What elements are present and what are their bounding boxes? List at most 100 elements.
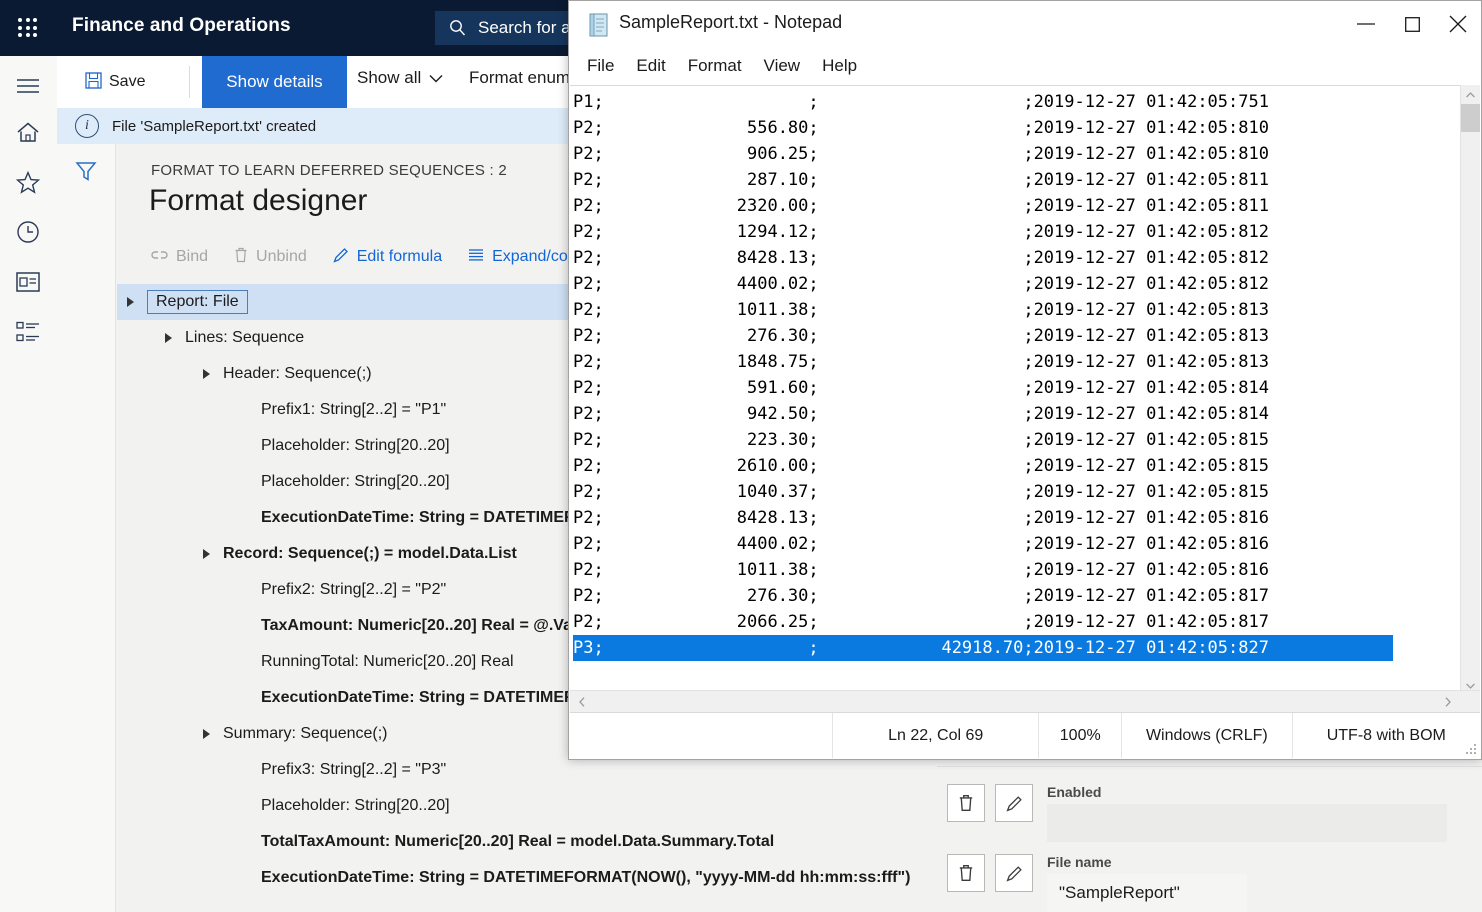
workspace-icon[interactable]	[14, 268, 42, 296]
chevron-down-icon	[429, 68, 443, 88]
text-line: P2; 2610.00; ;2019-12-27 01:42:05:815	[573, 453, 1480, 479]
notepad-menu-bar: File Edit Format View Help	[569, 47, 1481, 85]
clock-icon[interactable]	[14, 218, 42, 246]
hamburger-menu-icon[interactable]	[14, 72, 42, 100]
property-delete-button[interactable]	[947, 854, 985, 892]
tree-row-label: Record: Sequence(;) = model.Data.List	[223, 545, 517, 563]
info-icon: i	[75, 114, 99, 138]
tree-row-label: Summary: Sequence(;)	[223, 725, 388, 743]
filter-icon[interactable]	[73, 158, 99, 184]
tree-row-label: Header: Sequence(;)	[223, 365, 372, 383]
menu-item-file[interactable]: File	[587, 56, 614, 76]
text-line: P2; 4400.02; ;2019-12-27 01:42:05:816	[573, 531, 1480, 557]
menu-item-edit[interactable]: Edit	[636, 56, 665, 76]
bind-label: Bind	[176, 248, 208, 266]
chevron-right-icon[interactable]	[1438, 691, 1458, 713]
toolbar-divider-1	[189, 66, 190, 98]
window-controls	[1343, 1, 1481, 47]
text-line: P2; 1040.37; ;2019-12-27 01:42:05:815	[573, 479, 1480, 505]
text-line-selected: P3; ; 42918.70;2019-12-27 01:42:05:827	[573, 635, 1393, 661]
text-line: P1; ; ;2019-12-27 01:42:05:751	[573, 89, 1480, 115]
expand-arrow-icon[interactable]	[203, 729, 210, 739]
status-zoom-level: 100%	[1038, 713, 1121, 758]
tree-row-label: Lines: Sequence	[185, 329, 304, 347]
property-value-input[interactable]: "SampleReport"	[1047, 874, 1247, 912]
tree-row-label: Placeholder: String[20..20]	[261, 797, 450, 815]
text-line: P2; 2066.25; ;2019-12-27 01:42:05:817	[573, 609, 1480, 635]
maximize-icon[interactable]	[1389, 1, 1435, 47]
home-icon[interactable]	[14, 118, 42, 146]
trash-icon	[234, 247, 248, 266]
notepad-window: SampleReport.txt - Notepad File Edit Forma…	[568, 0, 1482, 760]
tree-row-label: Prefix1: String[2..2] = "P1"	[261, 401, 446, 419]
property-row: Enabled	[947, 784, 1447, 842]
tree-row-label: ExecutionDateTime: String = DATETIMEFORM…	[261, 869, 910, 887]
expand-arrow-icon[interactable]	[165, 333, 172, 343]
status-line-ending: Windows (CRLF)	[1121, 713, 1291, 758]
property-value-input[interactable]	[1047, 804, 1447, 842]
app-launcher-icon[interactable]	[16, 16, 40, 40]
text-line: P2; 8428.13; ;2019-12-27 01:42:05:816	[573, 505, 1480, 531]
text-line: P2; 287.10; ;2019-12-27 01:42:05:811	[573, 167, 1480, 193]
link-icon	[151, 248, 168, 265]
edit-formula-button[interactable]: Edit formula	[333, 247, 442, 266]
horizontal-scrollbar[interactable]	[570, 690, 1480, 713]
tab-show-details[interactable]: Show details	[202, 56, 347, 108]
unbind-label: Unbind	[256, 248, 307, 266]
edit-formula-label: Edit formula	[357, 248, 442, 266]
expand-arrow-icon[interactable]	[127, 297, 134, 307]
tree-row-label: TaxAmount: Numeric[20..20] Real = @.Valu…	[261, 617, 595, 635]
star-icon[interactable]	[14, 168, 42, 196]
save-button[interactable]: Save	[77, 67, 153, 97]
text-line: P2; 556.80; ;2019-12-27 01:42:05:810	[573, 115, 1480, 141]
tree-row-label: Report: File	[147, 290, 248, 314]
property-edit-button[interactable]	[995, 854, 1033, 892]
notepad-title-bar[interactable]: SampleReport.txt - Notepad	[569, 1, 1481, 47]
bind-button[interactable]: Bind	[151, 248, 208, 266]
vertical-scrollbar[interactable]	[1460, 85, 1480, 695]
tree-row[interactable]: ExecutionDateTime: String = DATETIMEFORM…	[117, 860, 1482, 896]
page-title: Format designer	[149, 184, 367, 218]
tree-row-label: TotalTaxAmount: Numeric[20..20] Real = m…	[261, 833, 774, 851]
status-spacer	[570, 713, 832, 758]
text-line: P2; 1294.12; ;2019-12-27 01:42:05:812	[573, 219, 1480, 245]
show-all-button[interactable]: Show all	[357, 68, 443, 88]
property-label: File name	[1047, 854, 1247, 870]
expand-collapse-button[interactable]: Expand/col	[468, 248, 571, 266]
chevron-left-icon[interactable]	[572, 691, 592, 713]
property-edit-button[interactable]	[995, 784, 1033, 822]
expand-arrow-icon[interactable]	[203, 549, 210, 559]
notepad-text-area[interactable]: P1; ; ;2019-12-27 01:42:05:751P2; 556.80…	[570, 85, 1480, 695]
filter-column	[57, 144, 116, 912]
property-delete-button[interactable]	[947, 784, 985, 822]
resize-grip-icon[interactable]	[1466, 744, 1476, 754]
text-line: P2; 942.50; ;2019-12-27 01:42:05:814	[573, 401, 1480, 427]
message-text: File 'SampleReport.txt' created	[112, 118, 316, 135]
show-details-label: Show details	[226, 72, 322, 92]
list-icon[interactable]	[14, 318, 42, 346]
text-line: P2; 1848.75; ;2019-12-27 01:42:05:813	[573, 349, 1480, 375]
menu-item-help[interactable]: Help	[822, 56, 857, 76]
menu-item-format[interactable]: Format	[688, 56, 742, 76]
property-divider	[937, 766, 1482, 767]
property-label: Enabled	[1047, 784, 1447, 800]
text-line: P2; 8428.13; ;2019-12-27 01:42:05:812	[573, 245, 1480, 271]
scrollbar-thumb[interactable]	[1461, 104, 1480, 132]
save-label: Save	[109, 73, 145, 91]
pencil-icon	[333, 247, 349, 266]
text-line: P2; 591.60; ;2019-12-27 01:42:05:814	[573, 375, 1480, 401]
notepad-content: P1; ; ;2019-12-27 01:42:05:751P2; 556.80…	[573, 89, 1480, 661]
close-icon[interactable]	[1435, 1, 1481, 47]
tree-row-label: RunningTotal: Numeric[20..20] Real	[261, 653, 514, 671]
text-line: P2; 1011.38; ;2019-12-27 01:42:05:816	[573, 557, 1480, 583]
tree-row-label: Prefix2: String[2..2] = "P2"	[261, 581, 446, 599]
chevron-up-icon[interactable]	[1461, 85, 1480, 104]
menu-item-view[interactable]: View	[764, 56, 801, 76]
tree-row-label: Placeholder: String[20..20]	[261, 437, 450, 455]
expand-arrow-icon[interactable]	[203, 369, 210, 379]
minimize-icon[interactable]	[1343, 1, 1389, 47]
left-navigation-rail	[0, 56, 58, 912]
expand-collapse-label: Expand/col	[492, 248, 571, 266]
save-disk-icon	[85, 72, 102, 93]
unbind-button[interactable]: Unbind	[234, 247, 307, 266]
